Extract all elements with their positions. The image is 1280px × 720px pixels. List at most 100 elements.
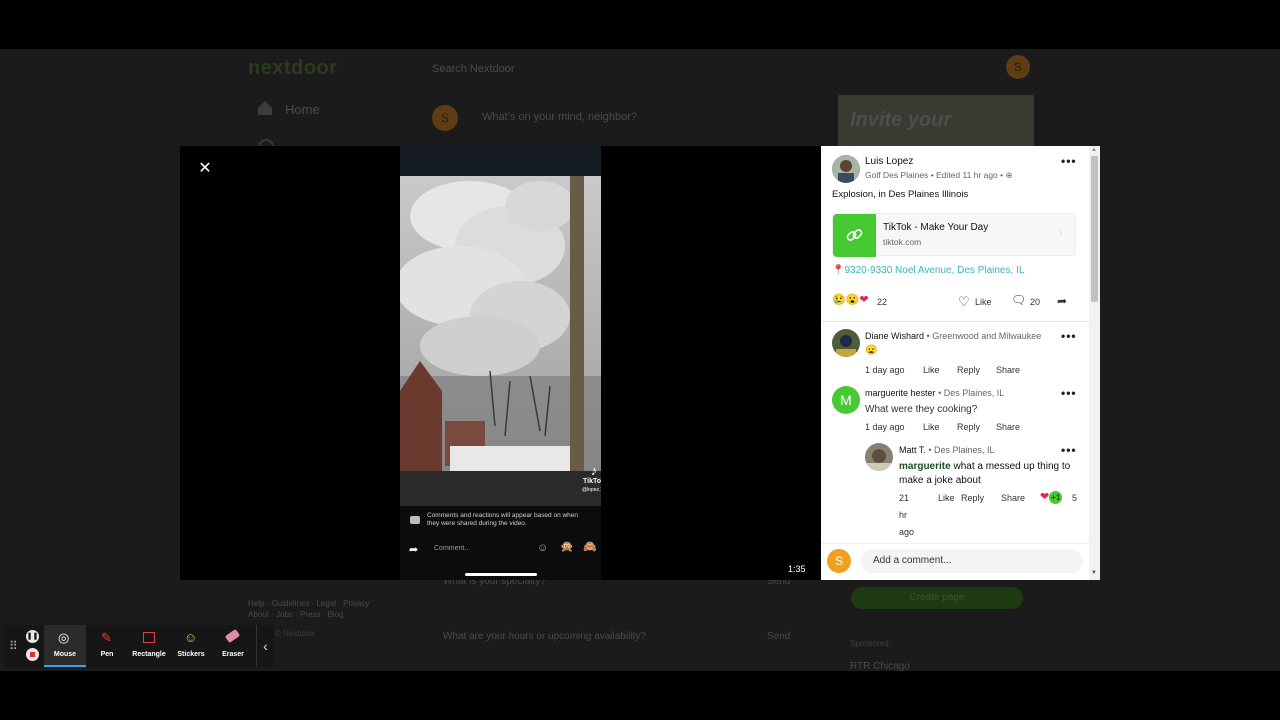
reply-mention[interactable]: marguerite — [899, 461, 951, 472]
reply-place: • Des Plaines, IL — [928, 445, 995, 455]
comment-reply-button[interactable]: Reply — [957, 365, 980, 375]
question-2: What are your hours or upcoming availabi… — [443, 631, 646, 642]
tool-label: Stickers — [177, 651, 205, 658]
share-arrow-icon[interactable]: ➦ — [409, 543, 418, 556]
tool-label: Mouse — [53, 651, 77, 658]
tool-pen[interactable]: ✎ Pen — [86, 625, 128, 667]
post-neighborhood[interactable]: Golf Des Plaines — [865, 170, 928, 180]
reply-author-name[interactable]: Matt T. — [899, 445, 926, 455]
video-comment-input[interactable]: Comment... — [427, 541, 552, 557]
nextdoor-logo: nextdoor — [248, 57, 338, 79]
reaction-extra: +1 — [1049, 491, 1063, 504]
scroll-up-icon[interactable]: ▲ — [1091, 147, 1097, 153]
reply-reactions[interactable]: ❤ +1 — [1040, 490, 1063, 504]
comment-more-icon[interactable]: ••• — [1061, 329, 1077, 343]
emoji-icon[interactable]: ☺ — [537, 542, 548, 554]
reply-more-icon[interactable]: ••• — [1061, 443, 1077, 457]
reply-avatar[interactable] — [865, 443, 893, 471]
pause-icon[interactable]: ❚❚ — [26, 630, 39, 643]
link-domain: tiktok.com — [883, 237, 922, 247]
scroll-down-icon[interactable]: ▼ — [1091, 570, 1097, 576]
comment-reply-button[interactable]: Reply — [957, 422, 980, 432]
video-player[interactable]: ♪ TikTok @lopez.2013 Comments and reacti… — [400, 146, 601, 580]
my-avatar: S — [827, 549, 851, 573]
link-preview[interactable]: TikTok - Make Your Day tiktok.com › — [832, 213, 1076, 257]
comment-time: 1 day ago — [865, 422, 905, 432]
heart-outline-icon[interactable]: ♡ — [958, 294, 970, 310]
scroll-thumb[interactable] — [1091, 156, 1098, 302]
reply-reply-button[interactable]: Reply — [961, 493, 984, 503]
chevron-right-icon: › — [1059, 227, 1063, 238]
comment-place: • Greenwood and Milwaukee — [926, 331, 1042, 341]
comment-time: 1 day ago — [865, 365, 905, 375]
comment-icon — [410, 516, 420, 524]
mouse-icon: ◎ — [58, 630, 70, 645]
video-progress[interactable] — [465, 573, 537, 576]
reply-share-button[interactable]: Share — [1001, 493, 1025, 503]
location-text[interactable]: 9320-9330 Noel Avenue, Des Plaines, IL — [844, 265, 1024, 276]
reply-place-text: Des Plaines, IL — [934, 445, 995, 455]
comment-share-button[interactable]: Share — [996, 365, 1020, 375]
reaction-count[interactable]: 22 — [877, 297, 887, 307]
panel-scrollbar[interactable]: ▲ ▼ — [1089, 146, 1100, 580]
post-like-button[interactable]: Like — [975, 297, 992, 307]
post-author[interactable]: Luis Lopez — [865, 156, 913, 167]
nav-home: Home — [285, 102, 320, 117]
reply-like-button[interactable]: Like — [938, 493, 955, 503]
comment-like-button[interactable]: Like — [923, 422, 940, 432]
reply-time-2: hr — [899, 510, 908, 520]
comment-author: marguerite hester • Des Plaines, IL — [865, 388, 1004, 398]
add-comment-input[interactable]: Add a comment... — [861, 549, 1083, 573]
annotation-toolbar: ⠿ ❚❚ ◎ Mouse ✎ Pen Rectangle ☺ Stickers … — [4, 625, 274, 667]
close-icon[interactable]: ✕ — [196, 160, 214, 178]
stop-icon[interactable] — [26, 648, 39, 661]
stop-square — [30, 652, 35, 657]
add-comment-bar: S Add a comment... — [821, 543, 1089, 580]
photo-icon — [865, 443, 893, 471]
link-thumb — [833, 214, 876, 257]
commenter-avatar[interactable] — [832, 329, 860, 357]
post-panel: Luis Lopez Golf Des Plaines • Edited 11 … — [821, 146, 1089, 580]
tool-eraser[interactable]: Eraser — [212, 625, 254, 667]
map-pin-icon: 📍 — [832, 265, 845, 276]
tool-label: Rectangle — [132, 651, 166, 658]
comment-author-name[interactable]: Diane Wishard — [865, 331, 924, 341]
eraser-icon — [224, 628, 241, 644]
reaction-icons[interactable]: 😢😮❤ — [832, 293, 869, 306]
tool-rectangle[interactable]: Rectangle — [128, 625, 170, 667]
comment-like-button[interactable]: Like — [923, 365, 940, 375]
sticker-icon-1[interactable]: 🙊 — [560, 540, 574, 553]
commenter-avatar-initial[interactable]: M — [832, 386, 860, 414]
comment-more-icon[interactable]: ••• — [1061, 386, 1077, 400]
reply-text: marguerite what a messed up thing to mak… — [899, 460, 1079, 488]
comment-bubble-icon[interactable]: 🗨 — [1011, 293, 1026, 307]
sticker-icon-2[interactable]: 🙈 — [583, 540, 597, 553]
author-avatar[interactable] — [832, 155, 860, 183]
tool-label: Pen — [100, 651, 114, 658]
heart-icon: ❤ — [1040, 491, 1050, 503]
search-input: Search Nextdoor — [432, 63, 515, 75]
comment-count[interactable]: 20 — [1030, 297, 1040, 307]
tiktok-watermark: ♪ TikTok @lopez.2013 — [582, 464, 601, 494]
compose-avatar: S — [432, 105, 458, 131]
drag-handle-icon[interactable]: ⠿ — [9, 639, 18, 653]
tool-mouse[interactable]: ◎ Mouse — [44, 625, 86, 667]
reply-reaction-count[interactable]: 5 — [1072, 493, 1077, 503]
video-timer: 1:35 — [788, 564, 806, 574]
post-more-icon[interactable]: ••• — [1061, 154, 1077, 168]
home-icon — [258, 101, 272, 115]
rectangle-icon — [143, 632, 155, 643]
video-top-bar — [400, 146, 601, 176]
link-title: TikTok - Make Your Day — [883, 222, 989, 233]
collapse-chevron-icon[interactable]: ‹ — [256, 625, 274, 667]
comment-author-name[interactable]: marguerite hester — [865, 388, 936, 398]
comment-share-button[interactable]: Share — [996, 422, 1020, 432]
reply-author: Matt T. • Des Plaines, IL — [899, 445, 995, 455]
comment-text: 😦 — [865, 345, 878, 356]
share-icon[interactable]: ➦ — [1057, 294, 1067, 308]
tool-label: Eraser — [222, 651, 244, 658]
divider — [821, 321, 1089, 322]
tool-stickers[interactable]: ☺ Stickers — [170, 625, 212, 667]
comment-author: Diane Wishard • Greenwood and Milwaukee — [865, 331, 1041, 341]
post-location[interactable]: 📍9320-9330 Noel Avenue, Des Plaines, IL — [832, 265, 1024, 276]
